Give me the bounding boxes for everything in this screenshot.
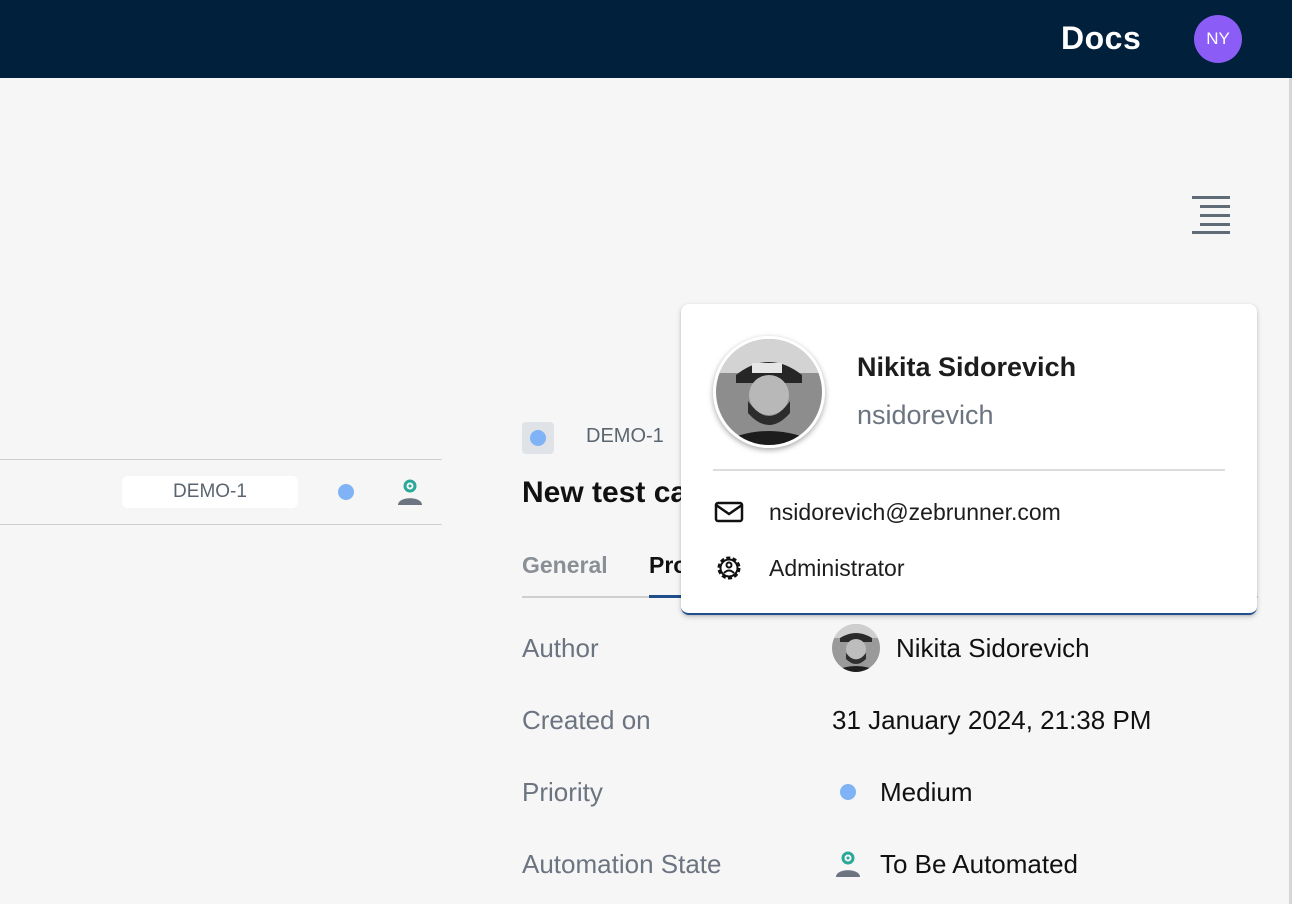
profile-username: nsidorevich xyxy=(857,400,994,430)
profile-photo-icon xyxy=(716,339,822,445)
property-value-author[interactable]: Nikita Sidorevich xyxy=(896,633,1090,664)
author-photo-icon xyxy=(832,624,880,672)
profile-photo xyxy=(713,336,825,448)
property-value-automation[interactable]: To Be Automated xyxy=(880,849,1078,880)
detail-priority-badge xyxy=(522,422,554,454)
tab-general[interactable]: General xyxy=(522,552,608,579)
profile-name: Nikita Sidorevich xyxy=(857,352,1077,382)
row-divider-top xyxy=(0,459,442,460)
property-label-created: Created on xyxy=(522,705,651,735)
automation-state-icon xyxy=(836,851,860,877)
author-avatar xyxy=(832,624,880,672)
property-label-automation: Automation State xyxy=(522,849,722,879)
gear-user-icon xyxy=(717,556,741,580)
list-row-key[interactable]: DEMO-1 xyxy=(122,476,298,508)
profile-role: Administrator xyxy=(769,555,905,581)
property-value-priority[interactable]: Medium xyxy=(880,777,972,808)
docs-link[interactable]: Docs xyxy=(1061,20,1141,57)
property-label-priority: Priority xyxy=(522,777,603,807)
automation-state-icon xyxy=(398,479,422,505)
priority-dot-icon xyxy=(840,784,856,800)
detail-title: New test ca xyxy=(522,476,688,509)
user-profile-card: Nikita Sidorevich nsidorevich nsidorevic… xyxy=(681,304,1257,615)
avatar-initials: NY xyxy=(1206,29,1230,48)
profile-divider xyxy=(713,469,1225,471)
user-avatar-button[interactable]: NY xyxy=(1194,15,1242,63)
property-label-author: Author xyxy=(522,633,599,663)
row-divider-bottom xyxy=(0,524,442,525)
property-value-created: 31 January 2024, 21:38 PM xyxy=(832,705,1152,735)
top-header: Docs NY xyxy=(0,0,1292,78)
profile-email[interactable]: nsidorevich@zebrunner.com xyxy=(769,499,1061,526)
list-row-key-label: DEMO-1 xyxy=(173,481,247,502)
priority-dot-icon xyxy=(338,484,354,500)
page: Docs NY DEMO-1 DEMO-1 New test ca Genera… xyxy=(0,0,1292,904)
priority-dot-icon xyxy=(530,430,546,446)
outline-icon[interactable] xyxy=(1188,196,1230,234)
detail-key: DEMO-1 xyxy=(586,425,664,447)
mail-icon xyxy=(714,501,744,523)
